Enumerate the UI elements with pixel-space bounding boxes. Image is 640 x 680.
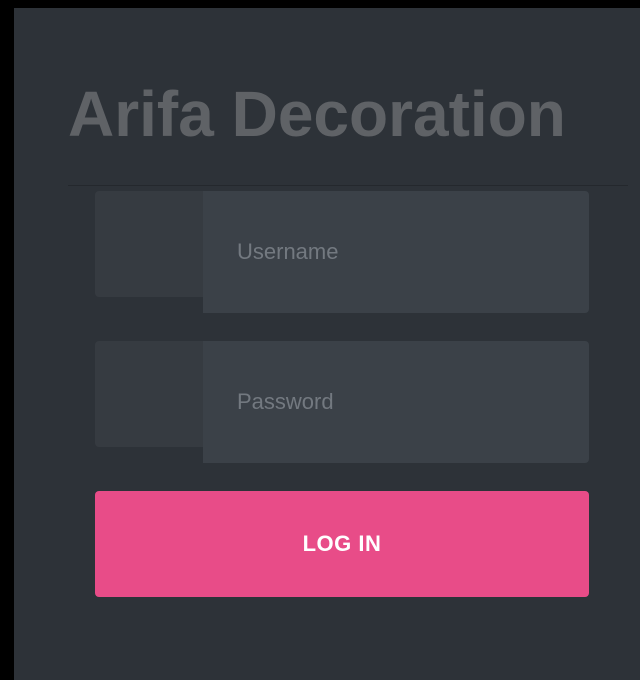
username-field-group	[95, 191, 589, 313]
page-title: Arifa Decoration	[68, 78, 566, 150]
username-input[interactable]	[203, 191, 589, 313]
login-button[interactable]: LOG IN	[95, 491, 589, 597]
login-panel: Arifa Decoration LOG IN	[0, 0, 640, 680]
password-input[interactable]	[203, 341, 589, 463]
password-field-group	[95, 341, 589, 463]
title-divider	[68, 185, 628, 186]
password-addon	[95, 341, 203, 447]
username-addon	[95, 191, 203, 297]
